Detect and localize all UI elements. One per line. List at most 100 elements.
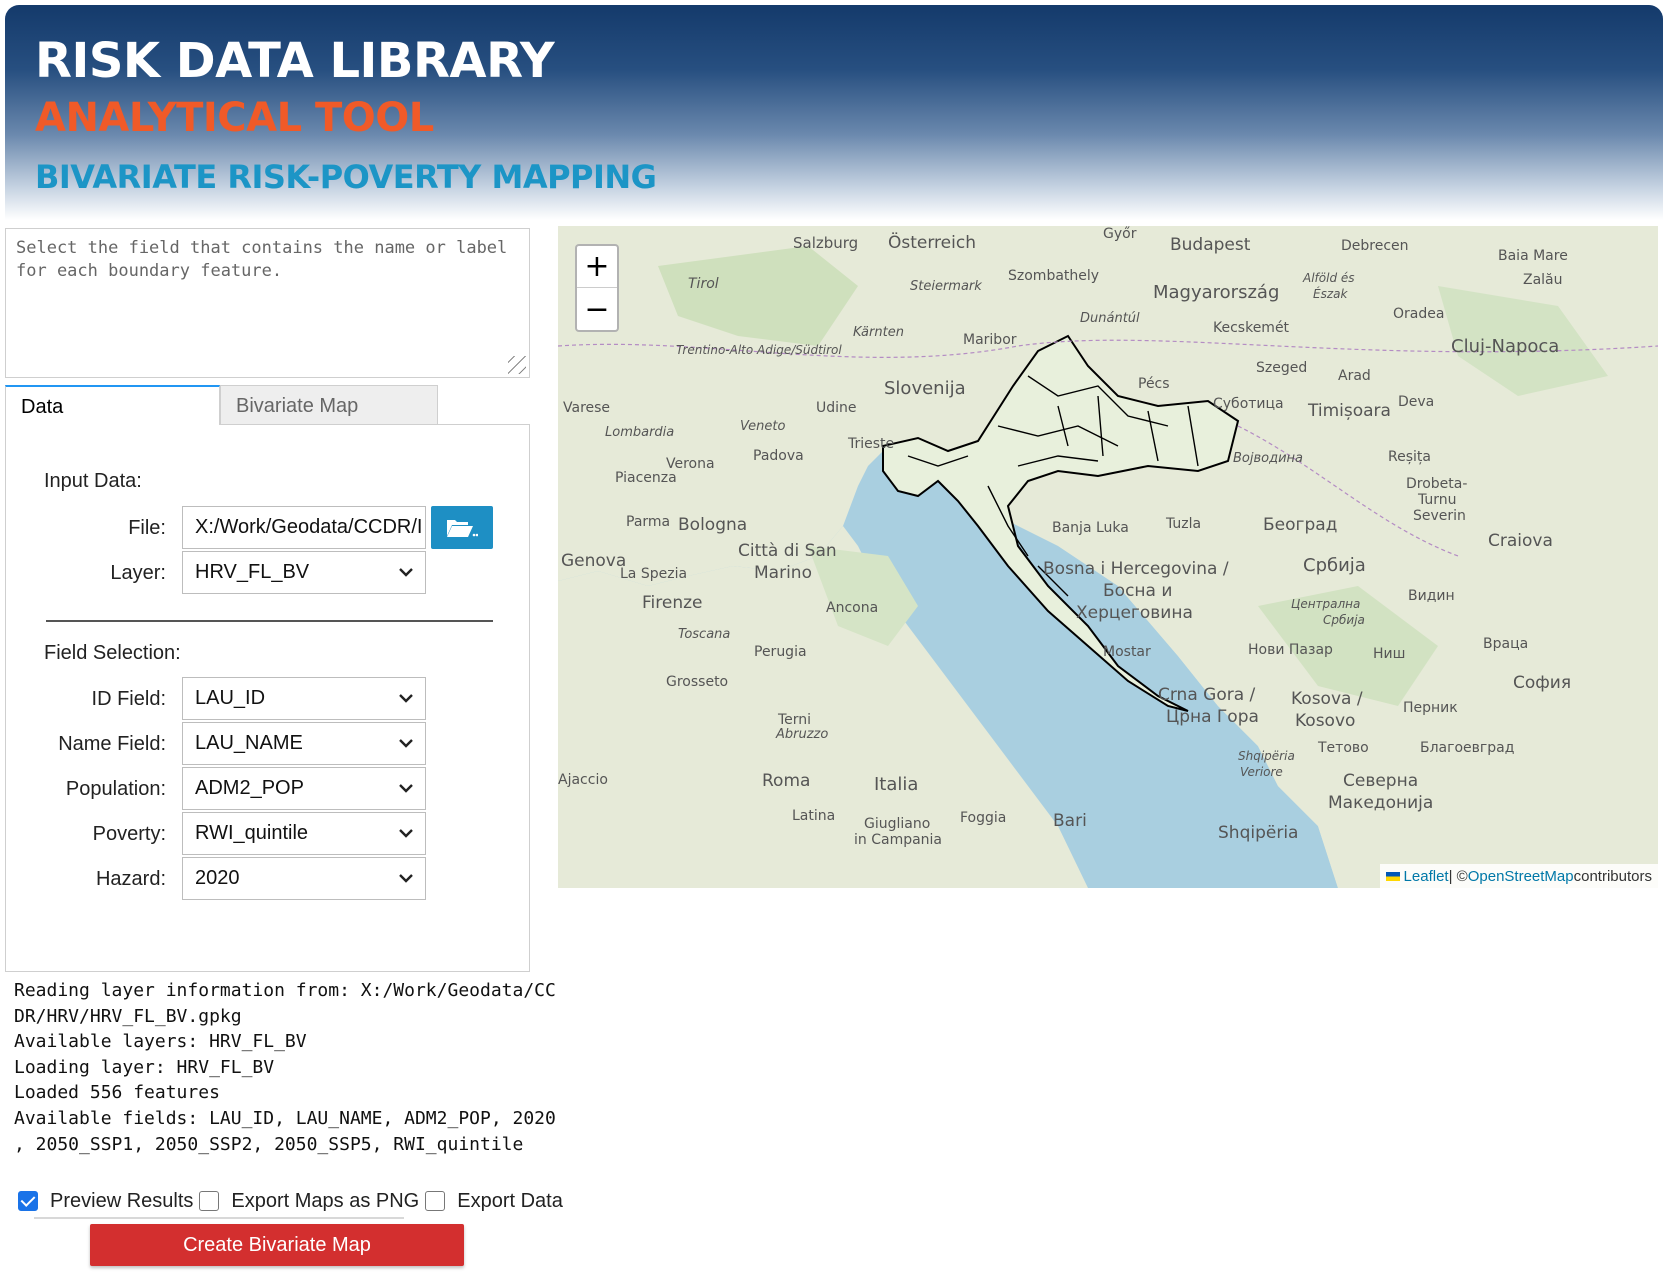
svg-text:Steiermark: Steiermark bbox=[910, 279, 982, 294]
svg-text:Видин: Видин bbox=[1408, 588, 1455, 604]
svg-text:Mostar: Mostar bbox=[1103, 644, 1151, 660]
map-view[interactable]: Salzburg Österreich Győr Budapest Debrec… bbox=[558, 226, 1658, 888]
svg-text:Foggia: Foggia bbox=[960, 810, 1006, 826]
svg-text:Genova: Genova bbox=[561, 551, 626, 571]
svg-text:Северна: Северна bbox=[1343, 771, 1418, 791]
leaflet-link[interactable]: Leaflet bbox=[1404, 868, 1449, 885]
export-png-option[interactable]: Export Maps as PNG bbox=[199, 1190, 419, 1213]
tab-data[interactable]: Data bbox=[5, 385, 220, 425]
svg-text:in Campania: in Campania bbox=[854, 832, 942, 848]
svg-text:Firenze: Firenze bbox=[642, 593, 703, 613]
create-bivariate-map-button[interactable]: Create Bivariate Map bbox=[90, 1224, 464, 1266]
ukraine-flag-icon bbox=[1385, 871, 1400, 881]
poverty-value: RWI_quintile bbox=[195, 822, 309, 844]
chevron-down-icon bbox=[399, 874, 413, 883]
help-text: Select the field that contains the name … bbox=[16, 238, 508, 281]
population-value: ADM2_POP bbox=[195, 777, 304, 799]
svg-text:Arad: Arad bbox=[1338, 368, 1371, 384]
svg-text:Bosna i Hercegovina /: Bosna i Hercegovina / bbox=[1043, 559, 1229, 579]
poverty-label: Poverty: bbox=[92, 823, 166, 845]
svg-text:Kecskemét: Kecskemét bbox=[1213, 320, 1290, 336]
resize-handle[interactable] bbox=[508, 356, 526, 374]
svg-text:Благоевград: Благоевград bbox=[1420, 740, 1514, 756]
svg-text:Ниш: Ниш bbox=[1373, 646, 1405, 662]
poverty-select[interactable]: RWI_quintile bbox=[182, 812, 426, 855]
id-field-value: LAU_ID bbox=[195, 687, 266, 709]
population-select[interactable]: ADM2_POP bbox=[182, 767, 426, 810]
log-line: , 2050_SSP1, 2050_SSP2, 2050_SSP5, RWI_q… bbox=[14, 1133, 524, 1155]
tab-bar: Data Bivariate Map bbox=[5, 385, 530, 425]
svg-text:Враца: Враца bbox=[1483, 636, 1528, 652]
svg-text:Maribor: Maribor bbox=[963, 332, 1017, 348]
svg-text:Città di San: Città di San bbox=[738, 541, 837, 561]
name-field-select[interactable]: LAU_NAME bbox=[182, 722, 426, 765]
export-png-checkbox[interactable] bbox=[199, 1191, 220, 1211]
chevron-down-icon bbox=[399, 739, 413, 748]
browse-file-button[interactable] bbox=[431, 506, 493, 549]
file-path-input[interactable]: X:/Work/Geodata/CCDR/I bbox=[182, 506, 426, 549]
log-line: Reading layer information from: X:/Work/… bbox=[14, 980, 556, 1001]
svg-text:Varese: Varese bbox=[563, 400, 610, 416]
name-field-label: Name Field: bbox=[58, 733, 166, 755]
zoom-out-button[interactable]: − bbox=[577, 288, 617, 330]
layer-label: Layer: bbox=[110, 562, 166, 584]
svg-text:Szeged: Szeged bbox=[1256, 360, 1307, 376]
id-field-label: ID Field: bbox=[91, 688, 166, 710]
svg-text:Észak: Észak bbox=[1313, 286, 1348, 301]
chevron-down-icon bbox=[399, 568, 413, 577]
preview-results-label: Preview Results bbox=[50, 1189, 194, 1212]
svg-text:Ajaccio: Ajaccio bbox=[558, 772, 608, 788]
log-line: Available layers: HRV_FL_BV bbox=[14, 1031, 307, 1053]
svg-text:Reșița: Reșița bbox=[1388, 449, 1431, 465]
svg-text:Bari: Bari bbox=[1053, 811, 1087, 831]
export-data-option[interactable]: Export Data bbox=[425, 1190, 563, 1213]
svg-text:Shqipëria: Shqipëria bbox=[1238, 749, 1295, 763]
svg-text:Македонија: Македонија bbox=[1328, 793, 1433, 813]
svg-text:Босна и: Босна и bbox=[1103, 581, 1172, 601]
svg-text:Magyarország: Magyarország bbox=[1153, 282, 1279, 303]
export-data-checkbox[interactable] bbox=[425, 1191, 446, 1211]
preview-results-option[interactable]: Preview Results bbox=[18, 1190, 193, 1213]
tab-bivariate-map[interactable]: Bivariate Map bbox=[220, 385, 438, 425]
layer-select[interactable]: HRV_FL_BV bbox=[182, 551, 426, 594]
svg-text:Kosovo: Kosovo bbox=[1295, 711, 1355, 731]
svg-text:Trieste: Trieste bbox=[847, 436, 894, 452]
id-field-select[interactable]: LAU_ID bbox=[182, 677, 426, 720]
hazard-label: Hazard: bbox=[95, 868, 166, 890]
input-data-heading: Input Data: bbox=[44, 470, 142, 492]
preview-results-checkbox[interactable] bbox=[18, 1191, 38, 1211]
chevron-down-icon bbox=[399, 784, 413, 793]
svg-text:Craiova: Craiova bbox=[1488, 531, 1553, 551]
name-field-value: LAU_NAME bbox=[195, 732, 303, 754]
svg-text:Bologna: Bologna bbox=[678, 515, 747, 535]
population-label: Population: bbox=[65, 778, 166, 800]
section-divider bbox=[46, 620, 493, 622]
help-textarea[interactable]: Select the field that contains the name … bbox=[5, 228, 530, 378]
svg-text:Војводина: Војводина bbox=[1233, 451, 1303, 466]
attribution-separator: | © bbox=[1448, 867, 1468, 885]
zoom-control: + − bbox=[575, 244, 619, 332]
section-title: BIVARIATE RISK-POVERTY MAPPING bbox=[35, 158, 657, 196]
zoom-in-button[interactable]: + bbox=[577, 246, 617, 288]
svg-text:Trentino-Alto Adige/Südtirol: Trentino-Alto Adige/Südtirol bbox=[676, 343, 842, 357]
options-row: Preview Results Export Maps as PNG Expor… bbox=[18, 1186, 569, 1216]
svg-text:Abruzzo: Abruzzo bbox=[775, 727, 828, 742]
svg-text:Debrecen: Debrecen bbox=[1341, 238, 1409, 254]
svg-text:Zalău: Zalău bbox=[1523, 272, 1563, 288]
layer-select-value: HRV_FL_BV bbox=[195, 561, 310, 583]
svg-text:Pécs: Pécs bbox=[1138, 376, 1170, 392]
svg-text:Београд: Београд bbox=[1263, 515, 1337, 535]
svg-text:Slovenija: Slovenija bbox=[884, 378, 966, 399]
svg-text:Parma: Parma bbox=[626, 514, 670, 530]
svg-text:Grosseto: Grosseto bbox=[666, 674, 728, 690]
hazard-select[interactable]: 2020 bbox=[182, 857, 426, 900]
svg-text:София: София bbox=[1513, 673, 1571, 693]
openstreetmap-link[interactable]: OpenStreetMap bbox=[1468, 868, 1574, 885]
app-header: RISK DATA LIBRARY ANALYTICAL TOOL BIVARI… bbox=[5, 5, 1663, 220]
app-title: RISK DATA LIBRARY bbox=[35, 33, 555, 89]
svg-text:Giugliano: Giugliano bbox=[864, 816, 930, 832]
svg-text:Drobeta-: Drobeta- bbox=[1406, 476, 1467, 492]
svg-text:Veneto: Veneto bbox=[740, 419, 785, 434]
svg-text:Budapest: Budapest bbox=[1170, 235, 1251, 255]
svg-text:Padova: Padova bbox=[753, 448, 804, 464]
